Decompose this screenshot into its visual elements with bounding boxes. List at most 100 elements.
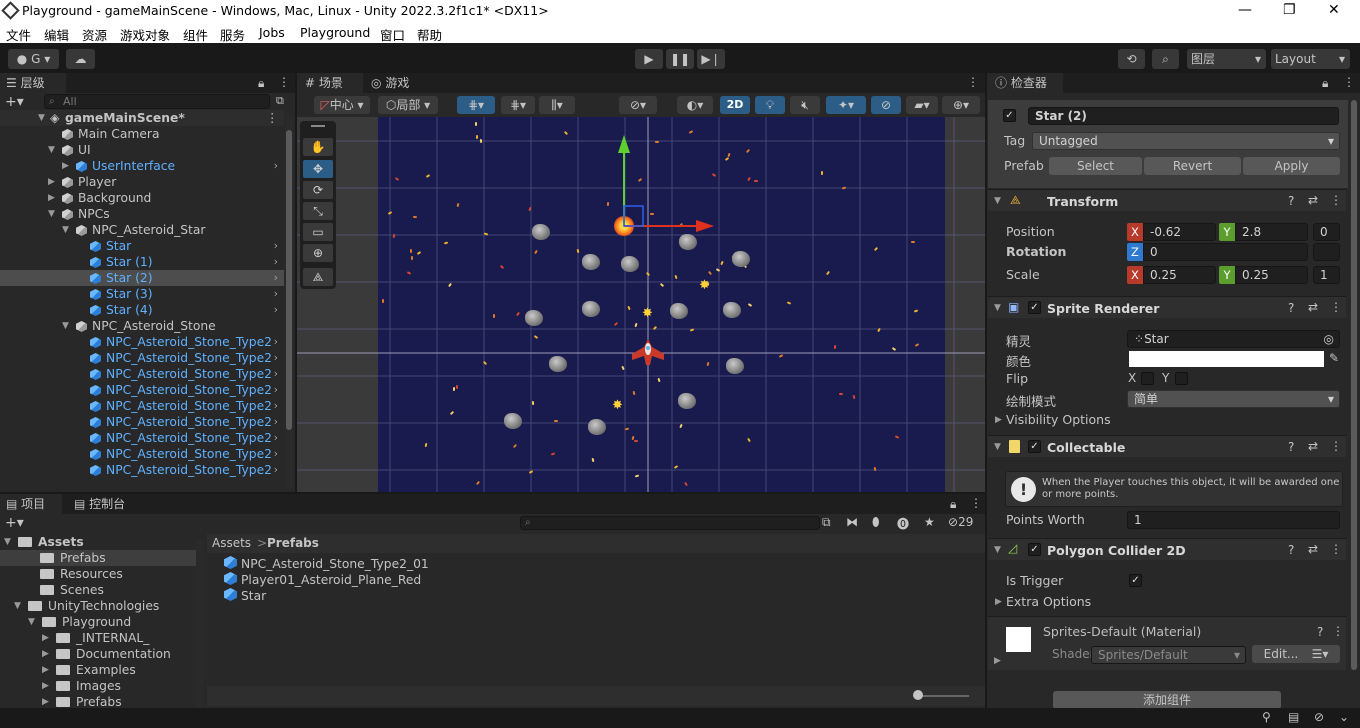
star-sprite[interactable]: ✸ bbox=[699, 279, 710, 292]
hierarchy-item[interactable]: Star (1) › bbox=[0, 254, 284, 270]
is-trigger-checkbox[interactable]: ✓ bbox=[1129, 574, 1142, 587]
hierarchy-item[interactable]: ▼ NPC_Asteroid_Stone bbox=[0, 318, 284, 334]
flip-y-checkbox[interactable] bbox=[1175, 372, 1188, 385]
notifications-icon[interactable]: ⌄ bbox=[1339, 710, 1349, 724]
prefab-open-chevron-icon[interactable]: › bbox=[274, 158, 278, 174]
menu-jobs[interactable]: Jobs bbox=[259, 25, 285, 40]
component-kebab-icon[interactable]: ⋮ bbox=[1330, 439, 1342, 453]
hierarchy-item[interactable]: ▼ UI bbox=[0, 142, 284, 158]
asteroid-sprite[interactable] bbox=[525, 310, 543, 326]
prefab-open-chevron-icon[interactable]: › bbox=[274, 366, 278, 382]
lighting-toggle-icon[interactable]: 💡︎ bbox=[755, 96, 785, 114]
sprite-renderer-enabled-checkbox[interactable]: ✓ bbox=[1028, 301, 1041, 314]
extra-options-foldout[interactable]: Extra Options bbox=[1006, 594, 1091, 609]
foldout-arrow-icon[interactable]: ▼ bbox=[14, 598, 21, 614]
prefab-open-chevron-icon[interactable]: › bbox=[274, 398, 278, 414]
flip-x-checkbox[interactable] bbox=[1141, 372, 1154, 385]
component-kebab-icon[interactable]: ⋮ bbox=[1330, 542, 1342, 556]
collectable-enabled-checkbox[interactable]: ✓ bbox=[1028, 440, 1041, 453]
active-checkbox[interactable]: ✓ bbox=[1003, 109, 1016, 122]
asteroid-sprite[interactable] bbox=[670, 303, 688, 319]
hierarchy-item[interactable]: NPC_Asteroid_Stone_Type2 › bbox=[0, 414, 284, 430]
scale-z-field[interactable]: 1 bbox=[1313, 266, 1340, 284]
space-dropdown[interactable]: ⬡局部 ▾ bbox=[378, 96, 438, 114]
grid-visibility-button[interactable]: ⋕▾ bbox=[501, 96, 535, 114]
draw-mode-dropdown[interactable]: 简单 ▾ bbox=[1127, 390, 1340, 408]
warning-filter-icon[interactable]: ⓿ bbox=[897, 515, 909, 532]
foldout-arrow-icon[interactable]: ▼ bbox=[62, 222, 69, 238]
asteroid-sprite[interactable] bbox=[723, 302, 741, 318]
hierarchy-item[interactable]: Star (4) › bbox=[0, 302, 284, 318]
close-button[interactable]: ✕ bbox=[1328, 2, 1340, 18]
maximize-button[interactable]: ❐ bbox=[1283, 2, 1296, 18]
move-tool-icon[interactable]: ✥ bbox=[303, 160, 333, 178]
account-button[interactable]: ● G ▾ bbox=[8, 49, 59, 69]
menu-file[interactable]: 文件 bbox=[6, 25, 31, 44]
collectable-header[interactable]: ▼ ✓ Collectable ? ⇄ ⋮ bbox=[988, 435, 1346, 457]
prefab-open-chevron-icon[interactable]: › bbox=[274, 334, 278, 350]
position-z-field[interactable]: 0 bbox=[1313, 223, 1340, 241]
hierarchy-item[interactable]: NPC_Asteroid_Stone_Type2 › bbox=[0, 366, 284, 382]
cloud-icon[interactable]: ☁ bbox=[66, 49, 95, 69]
tab-scene[interactable]: # 场景 bbox=[297, 73, 363, 93]
rotation-extra-field[interactable] bbox=[1313, 243, 1340, 261]
debug-mode-icon[interactable]: ⊘ bbox=[1314, 710, 1324, 724]
shader-dropdown[interactable]: Sprites/Default ▾ bbox=[1091, 646, 1246, 664]
foldout-arrow-icon[interactable]: ▶ bbox=[48, 174, 55, 190]
tab-project[interactable]: ▤ 项目 bbox=[0, 494, 62, 514]
asteroid-sprite[interactable] bbox=[549, 356, 567, 372]
increment-snap-button[interactable]: ⫼▾ bbox=[539, 96, 575, 114]
breadcrumb-prefabs[interactable]: Prefabs bbox=[267, 536, 319, 550]
preset-icon[interactable]: ⇄ bbox=[1308, 300, 1318, 314]
prefab-open-chevron-icon[interactable]: › bbox=[274, 446, 278, 462]
help-icon[interactable]: ? bbox=[1288, 543, 1294, 557]
foldout-arrow-icon[interactable]: ▼ bbox=[4, 534, 11, 550]
project-folder-item[interactable]: Scenes bbox=[0, 582, 196, 598]
draw-mode-dropdown[interactable]: ⊘▾ bbox=[619, 96, 657, 114]
visibility-options-foldout[interactable]: Visibility Options bbox=[1006, 412, 1111, 427]
grid-snapping-button[interactable]: ⋕▾ bbox=[457, 96, 495, 114]
prefab-open-chevron-icon[interactable]: › bbox=[274, 430, 278, 446]
inspector-kebab-icon[interactable]: ⋮ bbox=[1343, 75, 1355, 89]
component-kebab-icon[interactable]: ⋮ bbox=[1330, 300, 1342, 314]
transform-tool-icon[interactable]: ⊕ bbox=[303, 244, 333, 262]
project-folder-item[interactable]: ▶ _INTERNAL_ bbox=[0, 630, 196, 646]
hierarchy-item[interactable]: NPC_Asteroid_Stone_Type2 › bbox=[0, 350, 284, 366]
history-icon[interactable]: ⟲ bbox=[1118, 49, 1145, 69]
project-folder-item[interactable]: ▼ Playground bbox=[0, 614, 196, 630]
project-asset-item[interactable]: NPC_Asteroid_Stone_Type2_01 bbox=[224, 556, 429, 572]
search-icon[interactable]: ⌕ bbox=[1152, 49, 1179, 69]
filter-by-type-icon[interactable]: ⧓ bbox=[846, 515, 858, 529]
hierarchy-item[interactable]: ▶ Player bbox=[0, 174, 284, 190]
hierarchy-item[interactable]: NPC_Asteroid_Stone_Type2 › bbox=[0, 446, 284, 462]
zoom-slider-track[interactable] bbox=[917, 695, 969, 697]
tab-game[interactable]: ◎ 游戏 bbox=[369, 73, 435, 93]
help-icon[interactable]: ? bbox=[1288, 440, 1294, 454]
hierarchy-item[interactable]: NPC_Asteroid_Stone_Type2 › bbox=[0, 430, 284, 446]
asteroid-sprite[interactable] bbox=[582, 301, 600, 317]
menu-edit[interactable]: 编辑 bbox=[44, 25, 69, 44]
asteroid-sprite[interactable] bbox=[588, 419, 606, 435]
hierarchy-item[interactable]: ▼ NPCs bbox=[0, 206, 284, 222]
breadcrumb-assets[interactable]: Assets bbox=[212, 536, 251, 550]
project-folder-item[interactable]: ▶ Documentation bbox=[0, 646, 196, 662]
hidden-objects-toggle-icon[interactable]: ⊘ bbox=[871, 96, 901, 114]
menu-playground[interactable]: Playground bbox=[300, 25, 370, 40]
effects-dropdown[interactable]: ✦▾ bbox=[826, 96, 866, 114]
hierarchy-item[interactable]: ▶ Background bbox=[0, 190, 284, 206]
polygon-collider-header[interactable]: ▼ ◿ ✓ Polygon Collider 2D ? ⇄ ⋮ bbox=[988, 538, 1346, 560]
tag-dropdown[interactable]: Untagged ▾ bbox=[1032, 132, 1340, 150]
star-sprite[interactable]: ✸ bbox=[612, 399, 623, 412]
camera-dropdown[interactable]: ▰▾ bbox=[906, 96, 938, 114]
menu-help[interactable]: 帮助 bbox=[417, 25, 442, 44]
asteroid-sprite[interactable] bbox=[726, 358, 744, 374]
prefab-select-button[interactable]: Select bbox=[1049, 157, 1142, 175]
add-object-button[interactable]: +▾ bbox=[5, 94, 24, 110]
prefab-open-chevron-icon[interactable]: › bbox=[274, 238, 278, 254]
project-tree-scrollbar[interactable] bbox=[196, 540, 204, 708]
help-icon[interactable]: ? bbox=[1288, 301, 1294, 315]
rotate-tool-icon[interactable]: ⟳ bbox=[303, 181, 333, 199]
scene-kebab-icon[interactable]: ⋮ bbox=[967, 75, 979, 89]
foldout-arrow-icon[interactable]: ▼ bbox=[48, 142, 55, 158]
menu-window[interactable]: 窗口 bbox=[380, 25, 405, 44]
